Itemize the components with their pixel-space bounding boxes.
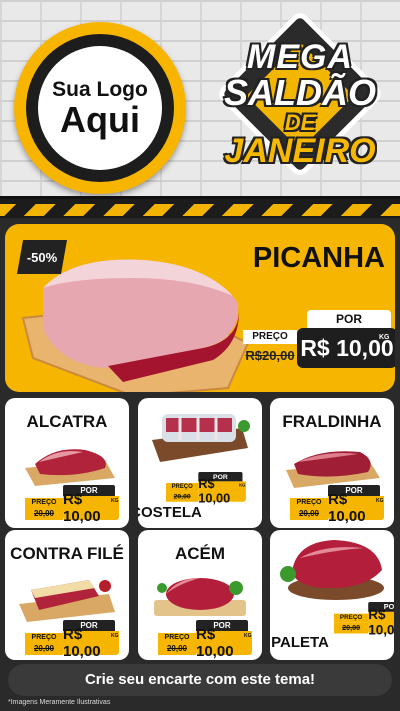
- meat-cut-icon: [152, 414, 250, 462]
- product-card-contra-file[interactable]: CONTRA FILÉ POR PREÇO 20,00 R$ 10,00 KG: [5, 530, 129, 660]
- product-name: COSTELA: [138, 504, 202, 521]
- promo-seal: MEGA SALDÃO DE JANEIRO: [210, 9, 390, 192]
- product-name: FRALDINHA: [282, 412, 382, 431]
- meat-cut-icon: [19, 580, 115, 622]
- meat-cut-icon: [280, 540, 384, 600]
- product-card-fraldinha[interactable]: FRALDINHA POR PREÇO 20,00 R$ 10,00 KG: [270, 398, 394, 528]
- featured-product-name: PICANHA: [252, 242, 385, 274]
- product-card-costela[interactable]: COSTELA POR PREÇO 20,00 R$ 10,00 KG: [138, 398, 262, 528]
- product-name: ACÉM: [174, 544, 226, 563]
- product-card-paleta[interactable]: PALETA POR PREÇO 20,00 R$ 10,00 KG: [270, 530, 394, 660]
- preco-label: PREÇO: [243, 330, 297, 344]
- por-label: POR: [307, 310, 391, 328]
- old-price: R$20,00: [245, 348, 295, 363]
- meat-cut-icon: [25, 449, 115, 486]
- logo-badge: Sua Logo Aqui: [14, 22, 186, 194]
- meat-cut-icon: [154, 578, 246, 616]
- featured-product-card[interactable]: -50% PICANHA POR PREÇO R$20,00 R$ 10,00 …: [5, 224, 395, 392]
- product-name: CONTRA FILÉ: [10, 544, 124, 563]
- unit-label: KG: [379, 334, 390, 341]
- disclaimer: *Imagens Meramente Ilustrativas: [8, 699, 111, 706]
- meat-cut-icon: [286, 451, 380, 488]
- cta-banner[interactable]: Crie seu encarte com este tema!: [8, 664, 392, 696]
- product-name: ALCATRA: [26, 412, 108, 431]
- product-name: PALETA: [271, 634, 329, 651]
- promo-line4: JANEIRO: [224, 132, 376, 170]
- product-card-acem[interactable]: ACÉM POR PREÇO 20,00 R$ 10,00 KG: [138, 530, 262, 660]
- discount-badge: -50%: [17, 240, 67, 274]
- promo-line2: SALDÃO: [224, 72, 376, 113]
- logo-text-line2: Aqui: [60, 99, 140, 140]
- hazard-stripe: [0, 196, 400, 218]
- brick-header: Sua Logo Aqui MEGA SALDÃO DE JANEIRO: [0, 0, 400, 196]
- product-card-alcatra[interactable]: ALCATRA POR PREÇO 20,00 R$ 10,00 KG: [5, 398, 129, 528]
